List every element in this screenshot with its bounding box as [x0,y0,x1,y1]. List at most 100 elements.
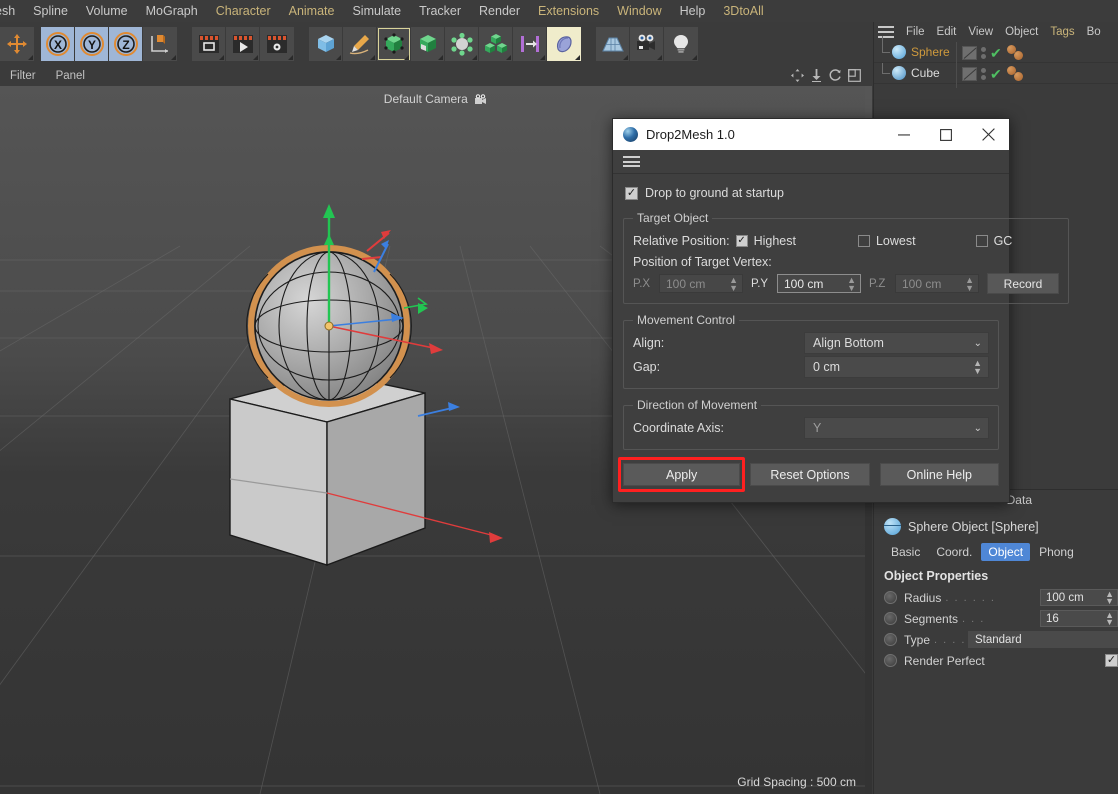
vertex-input-py[interactable]: 100 cm ▲ ▼ [777,274,861,293]
light-icon[interactable] [664,27,698,61]
mograph-cloner-icon[interactable] [479,27,513,61]
relative-position-lowest-checkbox[interactable]: Lowest [857,234,916,248]
maximize-viewport-icon[interactable] [848,69,861,85]
visibility-tag-icon[interactable] [962,45,977,60]
drop-to-ground-checkbox[interactable]: ✓ Drop to ground at startup [625,186,999,200]
spline-pen-icon[interactable] [343,27,377,61]
visibility-tag-icon[interactable] [962,66,977,81]
om-menu-item-view[interactable]: View [962,26,999,38]
camera-icon[interactable] [630,27,664,61]
close-button[interactable] [967,119,1009,150]
apply-button[interactable]: Apply [623,463,741,486]
spinner-arrows-icon[interactable]: ▲ ▼ [973,359,982,376]
om-menu-item-edit[interactable]: Edit [931,26,963,38]
tree-connector [874,62,892,84]
om-menu-item-file[interactable]: File [900,26,931,38]
menu-item-help[interactable]: Help [671,0,715,22]
relative-position-highest-checkbox[interactable]: ✓ Highest [735,234,796,248]
mospline-icon[interactable] [513,27,547,61]
spinner-arrows-icon[interactable]: ▲ ▼ [1105,611,1114,627]
apply-button-wrapper: Apply [618,457,746,492]
toolbar-group-render [192,27,294,61]
axis-z-icon[interactable]: Z [109,27,143,61]
property-animation-knob[interactable] [884,591,897,604]
nurbs-generator-icon[interactable] [377,27,411,61]
minimize-button[interactable] [883,119,925,150]
scene-nodes-icon[interactable] [547,27,581,61]
menu-item-extensions[interactable]: Extensions [529,0,608,22]
property-value-text: 100 cm [1046,591,1084,604]
visibility-dots-icon[interactable] [981,46,986,59]
vertex-input-value: 100 cm [666,276,706,291]
zoom-icon[interactable] [810,69,823,85]
om-menu-item-tags[interactable]: Tags [1044,26,1080,38]
dialog-title-bar[interactable]: Drop2Mesh 1.0 [613,119,1009,150]
hamburger-menu-icon[interactable] [878,26,894,38]
phong-tag-icon[interactable] [1006,44,1026,61]
property-animation-knob[interactable] [884,612,897,625]
relative-position-gc-checkbox[interactable]: GC [975,234,1012,248]
move-tool-icon[interactable] [0,27,34,61]
movement-control-group: Movement Control Align: Align Bottom ⌄ G… [623,313,999,389]
hamburger-menu-icon[interactable] [623,156,640,167]
target-object-legend: Target Object [637,211,709,225]
object-manager-row[interactable]: Sphere ✔ [874,35,1118,63]
maximize-button[interactable] [925,119,967,150]
array-modeling-icon[interactable] [411,27,445,61]
dialog-title-text: Drop2Mesh 1.0 [646,127,735,142]
object-axis-icon[interactable] [143,27,177,61]
axis-y-icon[interactable]: Y [75,27,109,61]
render-view-icon[interactable] [192,27,226,61]
spinner-arrows-icon[interactable]: ▲ ▼ [965,276,974,293]
property-value-input[interactable]: 100 cm ▲ ▼ [1040,589,1118,606]
menu-item-3dtoall[interactable]: 3DtoAll [714,0,772,22]
cube-primitive-icon[interactable] [309,27,343,61]
spinner-arrows-icon[interactable]: ▲ ▼ [847,276,856,293]
property-value-input[interactable]: 16 ▲ ▼ [1040,610,1118,627]
property-animation-knob[interactable] [884,633,897,646]
axis-x-icon[interactable]: X [41,27,75,61]
attribute-tabs: Basic Coord. Object Phong [874,539,1118,567]
menu-item-render[interactable]: Render [470,0,529,22]
floor-environment-icon[interactable] [596,27,630,61]
property-checkbox[interactable]: ✓ [1105,654,1118,667]
property-animation-knob[interactable] [884,654,897,667]
attribute-tab-phong[interactable]: Phong [1032,543,1081,561]
menu-item-volume[interactable]: Volume [77,0,137,22]
menu-item-spline[interactable]: Spline [24,0,77,22]
attribute-manager-tab-data[interactable]: Data [1007,493,1032,507]
menu-item-mograph[interactable]: MoGraph [137,0,207,22]
phong-tag-icon[interactable] [1006,65,1026,82]
render-picture-viewer-icon[interactable] [226,27,260,61]
property-value-dropdown[interactable]: Standard [968,631,1118,648]
spinner-arrows-icon[interactable]: ▲ ▼ [729,276,738,293]
gap-input[interactable]: 0 cm ▲ ▼ [804,356,989,378]
menu-item-esh[interactable]: esh [0,0,24,22]
drop2mesh-dialog[interactable]: Drop2Mesh 1.0 ✓ Drop to ground at startu… [612,118,1069,503]
menu-item-tracker[interactable]: Tracker [410,0,470,22]
render-settings-icon[interactable] [260,27,294,61]
pan-icon[interactable] [791,69,804,85]
menu-item-window[interactable]: Window [608,0,670,22]
rotate-icon[interactable] [829,69,842,85]
record-button[interactable]: Record [987,273,1059,294]
object-manager-row[interactable]: Cube ✔ [874,62,1118,84]
vertex-input-pz: 100 cm ▲ ▼ [895,274,979,293]
deformer-icon[interactable] [445,27,479,61]
spinner-arrows-icon[interactable]: ▲ ▼ [1105,590,1114,606]
attribute-tab-coord[interactable]: Coord. [929,543,979,561]
attribute-tab-basic[interactable]: Basic [884,543,927,561]
menu-item-character[interactable]: Character [207,0,280,22]
online-help-button[interactable]: Online Help [879,463,999,486]
viewport-filter-menu[interactable]: Filter [0,70,46,82]
reset-options-button[interactable]: Reset Options [750,463,870,486]
menu-item-animate[interactable]: Animate [280,0,344,22]
align-dropdown[interactable]: Align Bottom ⌄ [804,332,989,354]
menu-item-simulate[interactable]: Simulate [343,0,410,22]
om-menu-item-object[interactable]: Object [999,26,1044,38]
coordinate-axis-dropdown[interactable]: Y ⌄ [804,417,989,439]
viewport-panel-menu[interactable]: Panel [46,70,95,82]
om-menu-item-bo[interactable]: Bo [1081,26,1107,38]
attribute-tab-object[interactable]: Object [981,543,1031,561]
visibility-dots-icon[interactable] [981,67,986,80]
